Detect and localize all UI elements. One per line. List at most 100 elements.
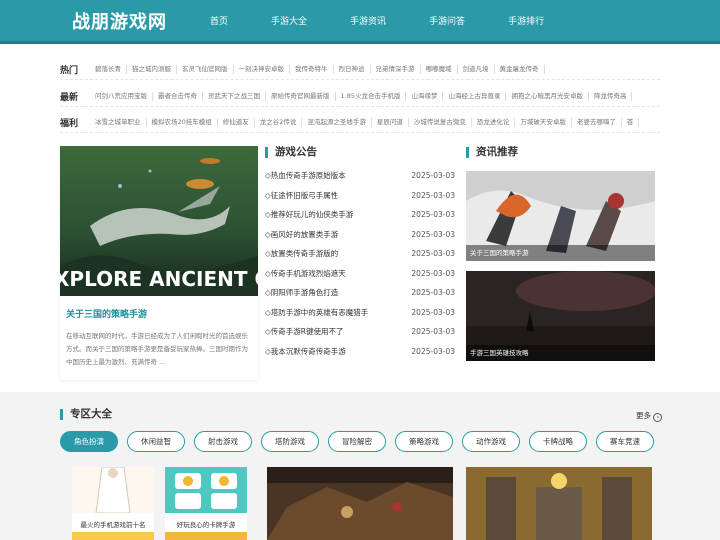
announcement-title[interactable]: ◇放置类传奇手游版的 <box>265 248 338 259</box>
announcement-date: 2025-03-03 <box>411 229 455 239</box>
zone-card[interactable]: 最火的手机游戏前十名 <box>72 467 154 540</box>
announcement-title[interactable]: ◇我本沉默传奇传奇手游 <box>265 346 346 357</box>
featured-image[interactable]: XPLORE ANCIENT OCEAN <box>60 146 258 296</box>
ocean-game-art: XPLORE ANCIENT OCEAN <box>60 146 258 296</box>
tagrow-label: 最新 <box>60 93 79 103</box>
tag-link[interactable]: 山海经上古异兽录 <box>443 92 507 101</box>
category-tab[interactable]: 射击游戏 <box>194 431 252 452</box>
announcement-title[interactable]: ◇传奇手游R键使用不了 <box>265 326 343 337</box>
tagrow-new: 最新 问剑八荒应用宝版 霸者合击传奇 灵武天下之战三国 原始传奇官网最新版 1.85火龙… <box>60 87 660 107</box>
announcement-title[interactable]: ◇征途怀旧版弓手属性 <box>265 190 338 201</box>
tag-link[interactable]: 黄金屠龙传奇 <box>495 65 545 74</box>
category-tab[interactable]: 动作游戏 <box>462 431 520 452</box>
announcement-row[interactable]: ◇阴阳师手游角色打造 2025-03-03 <box>265 283 455 303</box>
recommend-card[interactable]: 手游三国英雄技攻略 <box>466 271 655 361</box>
tag-link[interactable]: 兄弟情深手游 <box>371 65 421 74</box>
card-thumb-strip <box>72 532 154 540</box>
tag-link[interactable]: 苍 <box>622 118 640 127</box>
tag-link[interactable]: 沙城传说复古微变 <box>409 118 472 127</box>
category-tab[interactable]: 角色扮演 <box>60 431 118 452</box>
zone-card[interactable]: 好玩良心的卡牌手游 <box>165 467 247 540</box>
nav-qa[interactable]: 手游问答 <box>429 0 465 44</box>
recommend-caption[interactable]: 手游三国英雄技攻略 <box>466 345 655 361</box>
zone-title: 专区大全 <box>60 409 112 420</box>
zone-card-caption[interactable]: 好玩良心的卡牌手游 <box>165 519 247 529</box>
tag-link[interactable]: 玄灵飞仙官网版 <box>177 65 234 74</box>
image-text: XPLORE ANCIENT OCEAN <box>60 267 258 291</box>
tag-link[interactable]: 一刻决神安卓版 <box>234 65 290 74</box>
category-tab[interactable]: 卡牌战略 <box>529 431 587 452</box>
nav-news[interactable]: 手游资讯 <box>350 0 386 44</box>
announcement-row[interactable]: ◇传奇手机游戏烈焰遮天 2025-03-03 <box>265 264 455 284</box>
tag-link[interactable]: 灵武天下之战三国 <box>203 92 266 101</box>
announcement-row[interactable]: ◇放置类传奇手游版的 2025-03-03 <box>265 244 455 264</box>
tag-link[interactable]: 烈日神途 <box>334 65 371 74</box>
tag-link[interactable]: 山海缘梦 <box>406 92 444 101</box>
category-tab[interactable]: 冒险解密 <box>328 431 386 452</box>
announcement-title[interactable]: ◇推荐好玩儿的仙侠类手游 <box>265 209 353 220</box>
zone-card-large[interactable] <box>267 467 453 540</box>
announcement-row[interactable]: ◇征途怀旧版弓手属性 2025-03-03 <box>265 186 455 206</box>
zone-card-caption[interactable]: 最火的手机游戏前十名 <box>72 519 154 529</box>
tagrow-welfare: 福利 冰雪之城单职业 模拟农场20挂车模组 修仙道友 龙之谷2传说 混沌起源之圣墟手游星… <box>60 113 660 133</box>
tag-link[interactable]: 嘟嘟魔域 <box>421 65 458 74</box>
tag-link[interactable]: 星辰问道 <box>372 118 409 127</box>
nav-home[interactable]: 首页 <box>210 0 228 44</box>
announcement-title[interactable]: ◇热血传奇手游原始版本 <box>265 170 346 181</box>
category-tab[interactable]: 赛车竞速 <box>596 431 654 452</box>
announcement-title[interactable]: ◇塔防手游中的英雄有恶魔猎手 <box>265 307 368 318</box>
card-thumb-strip <box>165 532 247 540</box>
featured-title[interactable]: 关于三国的策略手游 <box>66 307 147 320</box>
announcement-title[interactable]: ◇传奇手机游戏烈焰遮天 <box>265 268 346 279</box>
announcement-row[interactable]: ◇热血传奇手游原始版本 2025-03-03 <box>265 166 455 186</box>
recommend-caption[interactable]: 关于三国的策略手游 <box>466 245 655 261</box>
tag-link[interactable]: 老婆去哪嗨了 <box>572 118 622 127</box>
announcement-title[interactable]: ◇阴阳师手游角色打造 <box>265 287 338 298</box>
tagrow-label: 福利 <box>60 119 79 129</box>
announcement-title[interactable]: ◇画风好的放置类手游 <box>265 229 338 240</box>
tag-link[interactable]: 混沌起源之圣墟手游 <box>302 118 372 127</box>
tagrow-label: 热门 <box>60 66 79 76</box>
tag-link[interactable]: 龙之谷2传说 <box>255 118 303 127</box>
announcement-row[interactable]: ◇推荐好玩儿的仙侠类手游 2025-03-03 <box>265 205 455 225</box>
category-tab[interactable]: 策略游戏 <box>395 431 453 452</box>
tag-link[interactable]: 原始传奇官网最新版 <box>266 92 336 101</box>
zone-card-large[interactable] <box>466 467 652 540</box>
announcement-row[interactable]: ◇画风好的放置类手游 2025-03-03 <box>265 225 455 245</box>
tag-link[interactable]: 我传奇特牛 <box>290 65 334 74</box>
tag-link[interactable]: 拥抱之心暗黑月光安卓版 <box>506 92 589 101</box>
tag-link[interactable]: 问剑八荒应用宝版 <box>90 92 153 101</box>
tag-link[interactable]: 恐龙进化论 <box>472 118 516 127</box>
castle-game-image <box>466 467 652 540</box>
announcements-title: 游戏公告 <box>265 147 317 158</box>
tag-list: 冰雪之城单职业 模拟农场20挂车模组 修仙道友 龙之谷2传说 混沌起源之圣墟手游 星辰问道… <box>90 118 660 127</box>
more-link[interactable]: 更多 › <box>636 410 663 422</box>
announcement-list: ◇热血传奇手游原始版本 2025-03-03 ◇征途怀旧版弓手属性 2025-03-0… <box>265 166 455 361</box>
recommend-card[interactable]: 关于三国的策略手游 <box>466 171 655 261</box>
tag-link[interactable]: 剑道凡境 <box>458 65 495 74</box>
site-logo[interactable]: 战朋游戏网 <box>72 8 167 34</box>
category-tab[interactable]: 休闲益智 <box>127 431 185 452</box>
more-label: 更多 <box>636 411 651 420</box>
nav-games[interactable]: 手游大全 <box>271 0 307 44</box>
tag-link[interactable]: 降龙传奇高 <box>589 92 633 101</box>
nav-rank[interactable]: 手游排行 <box>508 0 544 44</box>
featured-article[interactable]: XPLORE ANCIENT OCEAN 关于三国的策略手游 在移动互联网的时代… <box>60 146 258 380</box>
tag-link[interactable]: 修仙道友 <box>218 118 255 127</box>
tag-link[interactable]: 猫之城内测服 <box>127 65 177 74</box>
tag-link[interactable]: 模拟农场20挂车模组 <box>147 118 218 127</box>
tag-link[interactable]: 霸者合击传奇 <box>153 92 203 101</box>
girl-art-image <box>72 467 154 514</box>
announcement-row[interactable]: ◇塔防手游中的英雄有恶魔猎手 2025-03-03 <box>265 303 455 323</box>
tag-link[interactable]: 冰雪之城单职业 <box>90 118 147 127</box>
coin-game-image <box>165 467 247 513</box>
category-tab[interactable]: 塔防游戏 <box>261 431 319 452</box>
announcement-row[interactable]: ◇传奇手游R键使用不了 2025-03-03 <box>265 322 455 342</box>
tag-link[interactable]: 碧落长青 <box>90 65 127 74</box>
featured-desc: 在移动互联网的时代，手游已经成为了人们闲暇时光的首选娱乐方式。而关于三国的策略手… <box>66 332 248 366</box>
tag-link[interactable]: 1.85火龙合击手机版 <box>336 92 407 101</box>
tag-link[interactable]: 万域破天安卓版 <box>515 118 572 127</box>
category-tabs: 角色扮演 休闲益智 射击游戏 塔防游戏 冒险解密 策略游戏 动作游戏 卡牌战略 赛车竞速 <box>60 431 663 452</box>
main-nav: 首页 手游大全 手游资讯 手游问答 手游排行 <box>210 0 587 44</box>
announcement-row[interactable]: ◇我本沉默传奇传奇手游 2025-03-03 <box>265 342 455 362</box>
